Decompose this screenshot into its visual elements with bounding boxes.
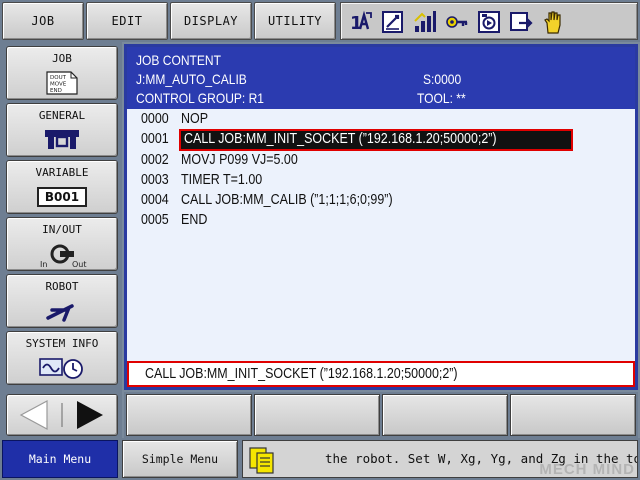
main-menu-panel: JOB DOUT MOVE END GENERAL VARIABLE B001	[0, 42, 122, 438]
job-icon-text-3: END	[50, 88, 62, 94]
step-number: S:0000	[423, 71, 462, 87]
line-number: 0002	[141, 152, 169, 168]
main-menu-general[interactable]: GENERAL	[6, 103, 118, 157]
job-icon-text-1: DOUT	[50, 75, 67, 81]
main-menu-button[interactable]: Main Menu	[2, 440, 118, 478]
main-menu-job[interactable]: JOB DOUT MOVE END	[6, 46, 118, 100]
function-key-3[interactable]	[382, 394, 508, 436]
tool-number: TOOL: **	[417, 90, 466, 106]
edit-mode-icon[interactable]	[381, 9, 405, 35]
coord-select-icon[interactable]: 1	[349, 9, 373, 35]
menu-display[interactable]: DISPLAY	[170, 2, 252, 40]
main-menu-general-label: GENERAL	[38, 109, 86, 122]
job-header: JOB CONTENT J:MM_AUTO_CALIB S:0000 CONTR…	[127, 47, 635, 109]
cycle-icon[interactable]	[509, 9, 533, 35]
function-key-bar	[124, 392, 638, 438]
line-text: NOP	[181, 111, 209, 127]
main-menu-system-info-label: SYSTEM INFO	[25, 337, 99, 350]
watermark-logo: MECH MIND	[539, 461, 635, 478]
robot-arm-icon	[46, 304, 74, 322]
line-text: TIMER T=1.00	[181, 172, 263, 188]
selected-line-highlight[interactable]: CALL JOB:MM_INIT_SOCKET (”192.168.1.20;5…	[179, 129, 573, 151]
page-left-arrow-icon[interactable]	[19, 399, 48, 431]
job-name: J:MM_AUTO_CALIB	[136, 71, 247, 87]
line-number: 0003	[141, 172, 169, 188]
job-line-selected[interactable]: 0001	[141, 129, 181, 149]
selected-line-text: CALL JOB:MM_INIT_SOCKET (”192.168.1.20;5…	[184, 131, 497, 147]
control-group: CONTROL GROUP: R1	[136, 90, 265, 106]
line-text: CALL JOB:MM_CALIB (”1;1;1;6;0;99”)	[181, 192, 393, 208]
job-content-window: JOB CONTENT J:MM_AUTO_CALIB S:0000 CONTR…	[124, 44, 638, 390]
main-menu-inout-label: IN/OUT	[42, 223, 82, 236]
job-line[interactable]: 0002 MOVJ P099 VJ=5.00	[141, 150, 317, 170]
page-right-arrow-icon[interactable]	[77, 401, 103, 429]
speed-level-icon[interactable]	[413, 9, 437, 35]
status-area: 1	[340, 2, 638, 40]
inout-plug-icon: In Out	[40, 244, 87, 269]
general-tool-icon	[45, 130, 79, 149]
job-line[interactable]: 0003 TIMER T=1.00	[141, 170, 275, 190]
menu-edit[interactable]: EDIT	[86, 2, 168, 40]
function-key-4[interactable]	[510, 394, 636, 436]
message-pages-icon	[249, 447, 274, 474]
job-line[interactable]: 0000 NOP	[141, 109, 212, 129]
main-menu-job-label: JOB	[52, 52, 72, 65]
menu-page-arrows	[6, 394, 118, 436]
line-number: 0005	[141, 212, 169, 228]
main-menu-inout[interactable]: IN/OUT In Out	[6, 217, 118, 271]
edit-buffer-text: CALL JOB:MM_INIT_SOCKET (”192.168.1.20;5…	[145, 366, 458, 382]
arrow-group	[19, 399, 103, 431]
variable-badge: B001	[36, 187, 88, 207]
system-info-icon	[39, 358, 83, 379]
menu-job[interactable]: JOB	[2, 2, 84, 40]
job-icon-text-2: MOVE	[50, 82, 67, 88]
job-line[interactable]: 0004 CALL JOB:MM_CALIB (”1;1;1;6;0;99”)	[141, 190, 427, 210]
main-menu-system-info[interactable]: SYSTEM INFO	[6, 331, 118, 385]
line-text: MOVJ P099 VJ=5.00	[181, 152, 298, 168]
line-number: 0004	[141, 192, 169, 208]
main-menu-variable-label: VARIABLE	[35, 166, 89, 179]
inout-in-label: In	[40, 260, 47, 269]
line-number: 0001	[141, 131, 169, 147]
top-menu-bar: JOB EDIT DISPLAY UTILITY 1	[0, 0, 640, 42]
function-key-1[interactable]	[126, 394, 252, 436]
function-key-2[interactable]	[254, 394, 380, 436]
line-number: 0000	[141, 111, 169, 127]
play-mode-icon[interactable]	[477, 9, 501, 35]
window-title: JOB CONTENT	[136, 52, 221, 68]
main-menu-robot[interactable]: ROBOT	[6, 274, 118, 328]
main-menu-variable[interactable]: VARIABLE B001	[6, 160, 118, 214]
line-text: END	[181, 212, 208, 228]
menu-utility[interactable]: UTILITY	[254, 2, 336, 40]
hand-icon[interactable]	[541, 9, 565, 35]
security-key-icon[interactable]	[445, 9, 469, 35]
main-menu-robot-label: ROBOT	[45, 280, 79, 293]
job-document-icon: DOUT MOVE END	[46, 71, 78, 95]
job-line[interactable]: 0005 END	[141, 210, 212, 230]
simple-menu-button[interactable]: Simple Menu	[122, 440, 238, 478]
edit-buffer-line[interactable]: CALL JOB:MM_INIT_SOCKET (”192.168.1.20;5…	[127, 361, 635, 387]
inout-out-label: Out	[72, 260, 87, 269]
